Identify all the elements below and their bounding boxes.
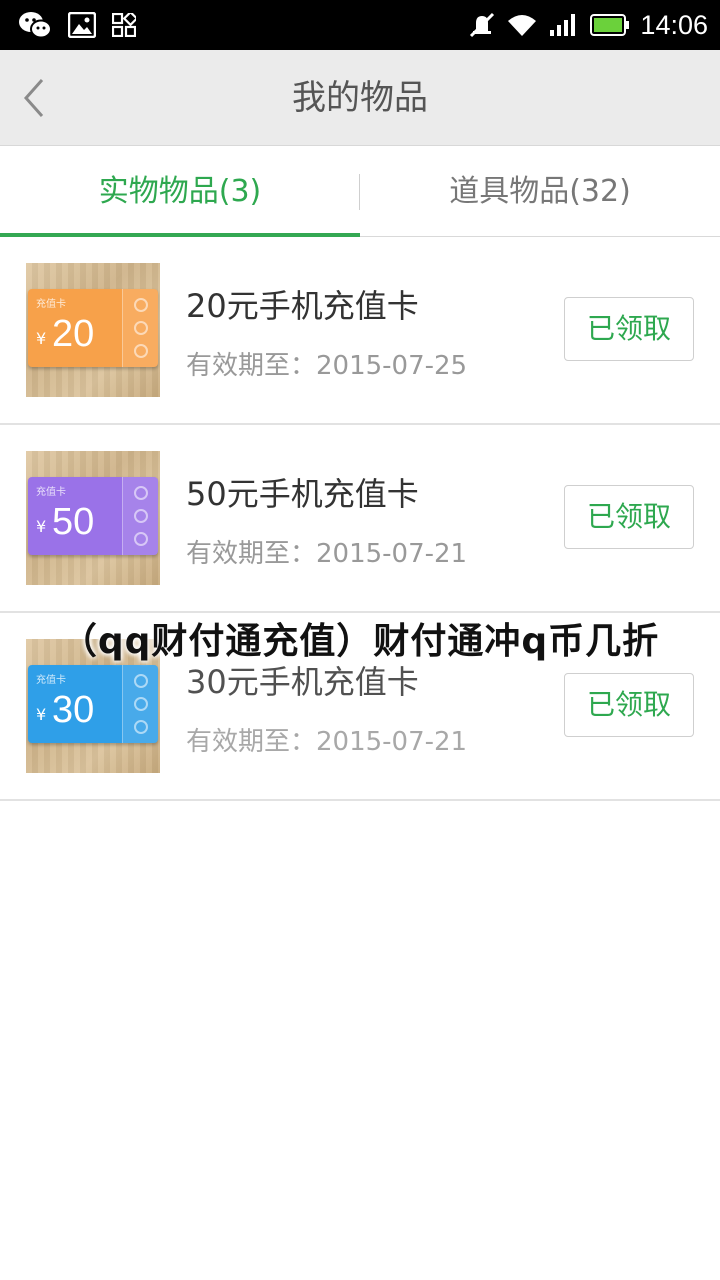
item-thumbnail: 充值卡 ¥ 50 — [26, 451, 160, 585]
list-item[interactable]: 充值卡 ¥ 20 20元手机充值卡 有效期至：2015-07-25 已领取 — [0, 237, 720, 425]
page-title: 我的物品 — [292, 78, 428, 118]
item-name: 20元手机充值卡 — [186, 287, 419, 325]
card-amount: 30 — [52, 689, 95, 731]
carrier-logos — [122, 477, 158, 555]
recharge-card-image: 充值卡 ¥ 30 — [28, 665, 158, 743]
telecom-logo-icon — [133, 720, 148, 735]
status-left-icons — [0, 10, 136, 40]
card-amount: 20 — [52, 313, 95, 355]
list-item[interactable]: 充值卡 ¥ 50 50元手机充值卡 有效期至：2015-07-21 已领取 — [0, 425, 720, 613]
signal-icon — [548, 12, 580, 38]
telecom-logo-icon — [133, 532, 148, 547]
card-yen: ¥ — [36, 329, 47, 348]
card-label: 充值卡 — [36, 487, 66, 498]
claimed-button[interactable]: 已领取 — [564, 673, 694, 737]
carrier-logos — [122, 665, 158, 743]
mute-icon — [468, 11, 496, 39]
apps-grid-icon — [112, 13, 136, 37]
unicom-logo-icon — [133, 485, 148, 500]
mobile-logo-icon — [133, 508, 148, 523]
claimed-button[interactable]: 已领取 — [564, 485, 694, 549]
item-expiry: 有效期至：2015-07-25 — [186, 351, 468, 381]
status-right-icons: 14:06 — [468, 10, 720, 41]
telecom-logo-icon — [133, 344, 148, 359]
carrier-logos — [122, 289, 158, 367]
item-expiry: 有效期至：2015-07-21 — [186, 727, 468, 757]
tab-bar: 实物物品(3) 道具物品(32) — [0, 147, 720, 238]
mobile-logo-icon — [133, 320, 148, 335]
card-yen: ¥ — [36, 705, 47, 724]
item-name: 50元手机充值卡 — [186, 475, 419, 513]
unicom-logo-icon — [133, 673, 148, 688]
tab-physical-items[interactable]: 实物物品(3) — [0, 147, 360, 238]
recharge-card-image: 充值卡 ¥ 50 — [28, 477, 158, 555]
recharge-card-image: 充值卡 ¥ 20 — [28, 289, 158, 367]
image-icon — [68, 12, 96, 38]
wechat-icon — [18, 10, 52, 40]
tab-prop-items[interactable]: 道具物品(32) — [360, 147, 720, 237]
overlay-caption: （qq财付通充值）财付通冲q币几折 — [60, 621, 660, 662]
status-time: 14:06 — [640, 9, 708, 40]
unicom-logo-icon — [133, 297, 148, 312]
tab-divider — [359, 174, 360, 210]
item-list: 充值卡 ¥ 20 20元手机充值卡 有效期至：2015-07-25 已领取 充值… — [0, 237, 720, 801]
battery-icon — [590, 13, 630, 37]
status-bar: 14:06 — [0, 0, 720, 50]
card-label: 充值卡 — [36, 675, 66, 686]
card-amount: 50 — [52, 501, 95, 543]
title-bar: 我的物品 — [0, 50, 720, 146]
wifi-icon — [506, 12, 538, 38]
card-label: 充值卡 — [36, 299, 66, 310]
claimed-button[interactable]: 已领取 — [564, 297, 694, 361]
item-expiry: 有效期至：2015-07-21 — [186, 539, 468, 569]
mobile-logo-icon — [133, 696, 148, 711]
item-thumbnail: 充值卡 ¥ 20 — [26, 263, 160, 397]
card-yen: ¥ — [36, 517, 47, 536]
